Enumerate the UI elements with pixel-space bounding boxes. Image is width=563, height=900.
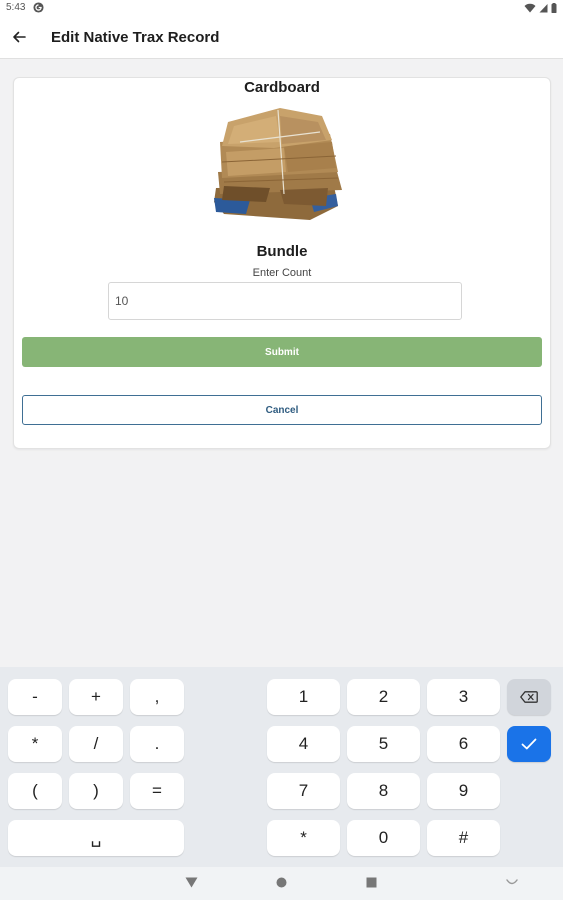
- key-label: 1: [298, 687, 309, 706]
- key-space[interactable]: ␣: [8, 820, 184, 856]
- key-3[interactable]: 3: [427, 679, 500, 715]
- key-label: #: [458, 828, 469, 847]
- key-equals[interactable]: =: [130, 773, 184, 809]
- key-label: /: [93, 734, 99, 753]
- app-bar: Edit Native Trax Record: [0, 18, 563, 59]
- key-label: *: [31, 734, 39, 753]
- done-key[interactable]: [507, 726, 551, 762]
- key-label: +: [91, 687, 101, 706]
- key-open-paren[interactable]: (: [8, 773, 62, 809]
- signal-icon: [539, 4, 548, 13]
- count-label: Enter Count: [252, 267, 312, 279]
- cardboard-image: [214, 108, 342, 220]
- home-circle-icon[interactable]: [276, 877, 287, 888]
- status-bar: 5:43: [0, 0, 563, 18]
- key-label: (: [32, 781, 38, 800]
- key-label: *: [300, 828, 307, 847]
- key-label: .: [154, 734, 160, 753]
- record-card: Cardboard Bundle Enter Count Submit Canc…: [13, 77, 551, 449]
- key-7[interactable]: 7: [267, 773, 340, 809]
- key-label: 9: [458, 781, 469, 800]
- key-period[interactable]: .: [130, 726, 184, 762]
- key-0[interactable]: 0: [347, 820, 420, 856]
- key-slash[interactable]: /: [69, 726, 123, 762]
- system-nav-bar: [0, 867, 563, 900]
- recents-square-icon[interactable]: [366, 877, 377, 888]
- key-2[interactable]: 2: [347, 679, 420, 715]
- unit-label: Bundle: [256, 243, 308, 260]
- submit-button[interactable]: Submit: [22, 337, 542, 367]
- key-label: 8: [378, 781, 389, 800]
- key-label: 2: [378, 687, 389, 706]
- key-minus[interactable]: -: [8, 679, 62, 715]
- key-9[interactable]: 9: [427, 773, 500, 809]
- key-8[interactable]: 8: [347, 773, 420, 809]
- key-label: 4: [298, 734, 309, 753]
- key-label: 5: [378, 734, 389, 753]
- key-label: 7: [298, 781, 309, 800]
- key-4[interactable]: 4: [267, 726, 340, 762]
- key-comma[interactable]: ,: [130, 679, 184, 715]
- key-label: ): [93, 781, 99, 800]
- checkmark-icon: [521, 738, 537, 750]
- back-triangle-icon[interactable]: [185, 877, 198, 888]
- key-star[interactable]: *: [267, 820, 340, 856]
- status-icons: [524, 3, 557, 13]
- wifi-icon: [524, 3, 536, 13]
- status-time: 5:43: [6, 2, 26, 13]
- key-plus[interactable]: +: [69, 679, 123, 715]
- key-label: 3: [458, 687, 469, 706]
- key-1[interactable]: 1: [267, 679, 340, 715]
- battery-icon: [551, 3, 557, 13]
- key-hash[interactable]: #: [427, 820, 500, 856]
- key-6[interactable]: 6: [427, 726, 500, 762]
- backspace-key[interactable]: [507, 679, 551, 715]
- back-arrow-icon[interactable]: [8, 26, 30, 48]
- space-icon: ␣: [90, 828, 102, 847]
- cancel-button[interactable]: Cancel: [22, 395, 542, 425]
- key-label: 0: [378, 828, 389, 847]
- key-label: ,: [154, 687, 160, 706]
- key-label: -: [32, 687, 38, 706]
- app-notification-icon: [33, 2, 44, 13]
- key-5[interactable]: 5: [347, 726, 420, 762]
- backspace-icon: [520, 691, 538, 703]
- keyboard-hide-icon[interactable]: [506, 879, 518, 886]
- key-label: 6: [458, 734, 469, 753]
- numeric-keyboard: - + , * / . ( ) = ␣ 1 2 3 4 5 6 7 8 9 * …: [0, 667, 563, 867]
- key-label: =: [152, 781, 162, 800]
- material-title: Cardboard: [244, 79, 320, 96]
- count-input[interactable]: [108, 282, 462, 320]
- key-asterisk[interactable]: *: [8, 726, 62, 762]
- key-close-paren[interactable]: ): [69, 773, 123, 809]
- page-title: Edit Native Trax Record: [51, 29, 220, 46]
